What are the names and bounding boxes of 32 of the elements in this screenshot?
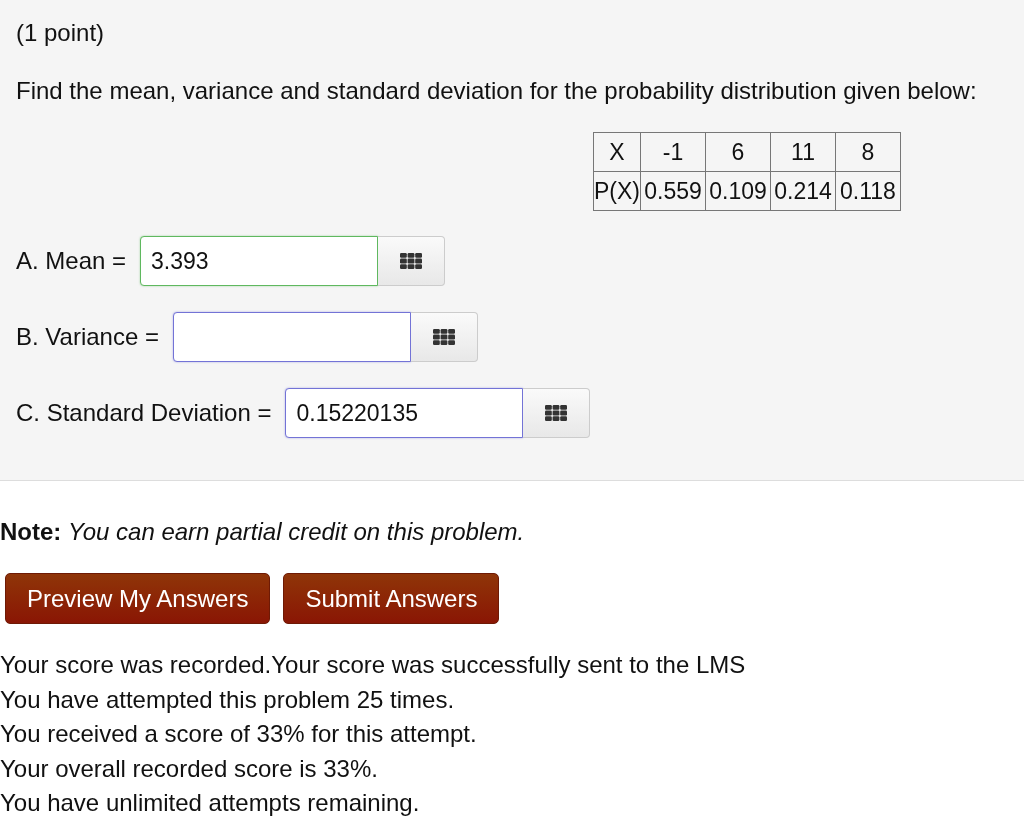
equation-editor-button[interactable] bbox=[523, 388, 591, 438]
table-header-cell: P(X) bbox=[593, 171, 641, 211]
score-message: Your overall recorded score is 33%. bbox=[0, 753, 378, 784]
table-cell: -1 bbox=[640, 132, 706, 172]
table-cell: 6 bbox=[705, 132, 771, 172]
answer-label: C. Standard Deviation = bbox=[16, 399, 272, 427]
points-label: (1 point) bbox=[16, 18, 106, 48]
partial-credit-note: Note: You can earn partial credit on this problem. bbox=[0, 518, 525, 546]
table-cell: 8 bbox=[835, 132, 901, 172]
grid-icon bbox=[400, 253, 423, 269]
answer-label: A. Mean = bbox=[16, 247, 127, 275]
equation-editor-button[interactable] bbox=[378, 236, 446, 286]
preview-answers-button[interactable]: Preview My Answers bbox=[5, 573, 271, 624]
table-cell: 0.559 bbox=[640, 171, 706, 211]
answer-label: B. Variance = bbox=[16, 323, 159, 351]
score-message: You have unlimited attempts remaining. bbox=[0, 788, 420, 819]
table-cell: 11 bbox=[770, 132, 836, 172]
grid-icon bbox=[545, 405, 568, 421]
grid-icon bbox=[432, 329, 455, 345]
answer-field[interactable] bbox=[172, 312, 411, 362]
score-message: You received a score of 33% for this attempt. bbox=[0, 719, 477, 750]
table-cell: 0.214 bbox=[770, 171, 836, 211]
score-message: Your score was recorded.Your score was successfully sent to the LMS bbox=[0, 650, 746, 680]
submit-answers-button[interactable]: Submit Answers bbox=[283, 573, 500, 624]
question-text: Find the mean, variance and standard deviation for the probability distribution given below: bbox=[16, 76, 978, 106]
table-header-cell: X bbox=[593, 132, 641, 172]
table-cell: 0.118 bbox=[835, 171, 901, 211]
score-message: You have attempted this problem 25 times. bbox=[0, 684, 455, 715]
answer-field[interactable]: 0.15220135 bbox=[285, 388, 524, 438]
table-cell: 0.109 bbox=[705, 171, 771, 211]
equation-editor-button[interactable] bbox=[410, 312, 478, 362]
answer-field[interactable]: 3.393 bbox=[140, 236, 379, 286]
